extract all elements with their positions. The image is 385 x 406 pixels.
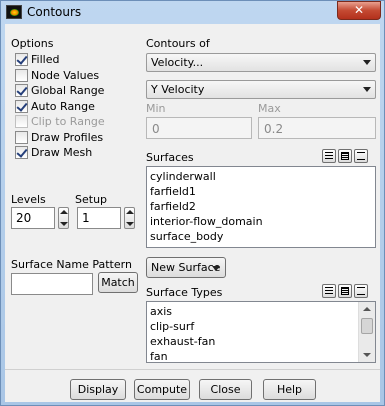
title-bar: Contours ✕ [1, 1, 384, 23]
contours-variable-value: Y Velocity [151, 83, 205, 96]
checkbox-icon[interactable] [15, 130, 28, 144]
new-surface-label: New Surface [151, 261, 221, 274]
max-label: Max [258, 102, 281, 115]
help-button[interactable]: Help [263, 379, 316, 400]
option-clip-to-range-checkbox: Clip to Range [15, 114, 105, 129]
setup-value: 1 [82, 211, 90, 225]
surfaces-deselect-all-button[interactable] [354, 149, 368, 163]
footer-divider [5, 369, 380, 370]
select-highlighted-icon [325, 152, 333, 160]
display-button[interactable]: Display [70, 379, 126, 400]
scroll-down-icon[interactable] [363, 353, 371, 357]
option-label: Node Values [31, 68, 100, 82]
list-item[interactable]: axis [147, 304, 375, 319]
setup-input[interactable]: 1 [77, 207, 121, 229]
select-all-icon [341, 152, 349, 160]
option-label: Clip to Range [31, 115, 105, 128]
options-heading: Options [11, 37, 54, 50]
option-filled-checkbox[interactable]: Filled [15, 52, 59, 67]
list-item[interactable]: farfield1 [147, 184, 375, 199]
surfaces-select-all-button[interactable] [338, 149, 352, 163]
option-label: Global Range [31, 84, 105, 97]
min-value: 0 [152, 122, 160, 136]
compute-button[interactable]: Compute [134, 379, 190, 400]
list-item[interactable]: interior-flow_domain [147, 214, 375, 229]
checkbox-icon[interactable] [15, 99, 28, 113]
list-item[interactable]: exhaust-fan [147, 334, 375, 349]
levels-input[interactable]: 20 [11, 207, 55, 229]
new-surface-dropdown[interactable]: New Surface [146, 257, 226, 278]
list-item[interactable]: cylinderwall [147, 169, 375, 184]
max-field[interactable]: 0.2 [258, 117, 376, 139]
window-close-button[interactable]: ✕ [337, 1, 381, 20]
levels-spinner[interactable] [58, 207, 69, 229]
max-value: 0.2 [264, 122, 284, 136]
types-select-highlighted-button[interactable] [322, 284, 336, 298]
surface-name-pattern-label: Surface Name Pattern [11, 258, 132, 271]
list-item[interactable]: surface_body [147, 229, 375, 244]
surfaces-heading: Surfaces [146, 151, 194, 164]
chevron-down-icon [363, 60, 371, 65]
option-label: Draw Mesh [31, 146, 93, 159]
chevron-down-icon [363, 87, 371, 92]
option-label: Draw Profiles [31, 130, 104, 144]
surface-name-pattern-input[interactable] [11, 273, 93, 295]
deselect-all-icon [357, 287, 365, 295]
deselect-all-icon [357, 152, 365, 160]
checkbox-icon[interactable] [15, 84, 28, 97]
dialog-body: Options Filled Node Values Global Range Aut… [5, 24, 380, 402]
select-highlighted-icon [325, 287, 333, 295]
surfaces-list[interactable]: cylinderwall farfield1 farfield2 interior-f… [146, 166, 376, 248]
surface-types-list[interactable]: axis clip-surf exhaust-fan fan [146, 301, 376, 363]
checkbox-icon[interactable] [15, 53, 28, 66]
min-label: Min [146, 102, 166, 115]
contours-variable-dropdown[interactable]: Y Velocity [146, 80, 376, 99]
option-node-values-checkbox[interactable]: Node Values [15, 68, 99, 83]
checkbox-icon[interactable] [15, 146, 28, 159]
types-select-all-button[interactable] [338, 284, 352, 298]
surfaces-select-highlighted-button[interactable] [322, 149, 336, 163]
list-item[interactable]: clip-surf [147, 319, 375, 334]
option-draw-profiles-checkbox[interactable]: Draw Profiles [15, 130, 103, 145]
surface-types-scrollbar[interactable] [358, 302, 375, 362]
option-auto-range-checkbox[interactable]: Auto Range [15, 99, 95, 114]
scroll-up-icon[interactable] [363, 307, 371, 311]
checkbox-icon[interactable] [15, 68, 28, 82]
close-button[interactable]: Close [199, 379, 252, 400]
match-button[interactable]: Match [98, 272, 138, 293]
list-item[interactable]: fan [147, 349, 375, 362]
contours-of-heading: Contours of [146, 37, 210, 50]
scroll-thumb[interactable] [361, 318, 373, 334]
contours-window: Contours ✕ Options Filled Node Values Glob… [0, 0, 385, 406]
types-deselect-all-button[interactable] [354, 284, 368, 298]
levels-value: 20 [16, 211, 32, 225]
app-icon [6, 5, 22, 19]
list-item[interactable]: farfield2 [147, 199, 375, 214]
checkbox-icon [15, 115, 28, 128]
contours-category-dropdown[interactable]: Velocity... [146, 53, 376, 72]
min-field[interactable]: 0 [146, 117, 252, 139]
levels-label: Levels [11, 193, 46, 206]
setup-label: Setup [75, 193, 108, 206]
setup-spinner[interactable] [124, 207, 135, 229]
option-label: Auto Range [31, 99, 95, 113]
window-title: Contours [27, 5, 82, 19]
select-all-icon [341, 287, 349, 295]
option-global-range-checkbox[interactable]: Global Range [15, 83, 104, 98]
surface-types-heading: Surface Types [146, 286, 223, 299]
option-draw-mesh-checkbox[interactable]: Draw Mesh [15, 145, 92, 160]
contours-category-value: Velocity... [151, 56, 204, 69]
option-label: Filled [31, 53, 60, 66]
chevron-down-icon [212, 266, 220, 271]
